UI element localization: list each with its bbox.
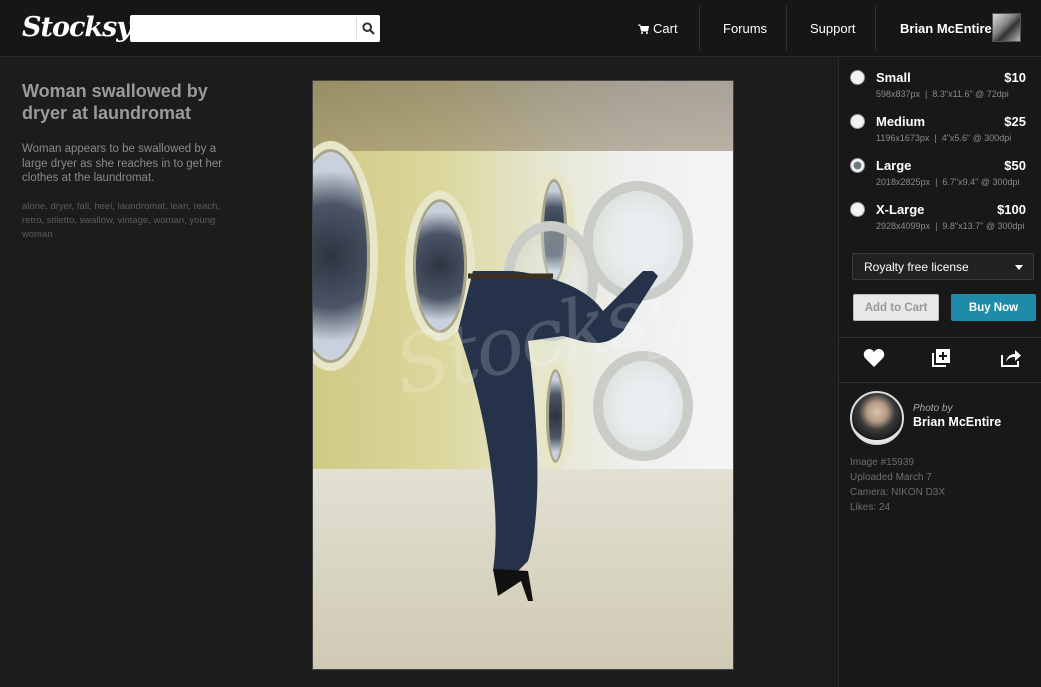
nav-divider bbox=[699, 6, 700, 50]
size-radio[interactable] bbox=[850, 202, 865, 217]
size-price: $10 bbox=[1004, 70, 1026, 85]
size-name: Small bbox=[876, 70, 911, 85]
size-radio[interactable] bbox=[850, 70, 865, 85]
photographer-avatar[interactable] bbox=[850, 391, 904, 445]
add-collection-icon bbox=[932, 349, 950, 367]
share-icon bbox=[1001, 350, 1021, 367]
nav-cart[interactable]: Cart bbox=[638, 0, 678, 57]
size-option-small[interactable]: Small $10 598x837px | 8.3"x11.6" @ 72dpi bbox=[839, 70, 1041, 114]
size-print: 4"x5.6" @ 300dpi bbox=[941, 133, 1012, 143]
photographer-name[interactable]: Brian McEntire bbox=[913, 415, 1001, 429]
user-avatar[interactable] bbox=[992, 13, 1021, 42]
add-to-cart-button[interactable]: Add to Cart bbox=[853, 294, 939, 321]
nav-support[interactable]: Support bbox=[810, 0, 856, 57]
size-print: 6.7"x9.4" @ 300dpi bbox=[942, 177, 1020, 187]
size-pixels: 1196x1673px bbox=[876, 133, 930, 143]
size-meta: 598x837px | 8.3"x11.6" @ 72dpi bbox=[876, 89, 1009, 99]
size-price: $100 bbox=[997, 202, 1026, 217]
purchase-sidebar: Small $10 598x837px | 8.3"x11.6" @ 72dpi… bbox=[838, 57, 1041, 687]
search-box bbox=[130, 15, 380, 42]
nav-cart-label: Cart bbox=[653, 21, 678, 36]
stocksy-logo[interactable]: Stocksy bbox=[22, 12, 132, 43]
like-button[interactable] bbox=[863, 347, 885, 369]
divider bbox=[839, 337, 1041, 338]
size-meta: 2018x2825px | 6.7"x9.4" @ 300dpi bbox=[876, 177, 1020, 187]
buy-now-button[interactable]: Buy Now bbox=[951, 294, 1036, 321]
size-option-large[interactable]: Large $50 2018x2825px | 6.7"x9.4" @ 300d… bbox=[839, 158, 1041, 202]
chevron-down-icon bbox=[1015, 265, 1023, 270]
image-id: Image #15939 bbox=[850, 457, 914, 468]
nav-divider bbox=[786, 6, 787, 50]
nav-divider bbox=[875, 6, 876, 50]
size-pixels: 2928x4099px bbox=[876, 221, 931, 231]
upload-date: Uploaded March 7 bbox=[850, 472, 932, 483]
add-to-lightbox-button[interactable] bbox=[930, 347, 952, 369]
size-pixels: 598x837px bbox=[876, 89, 921, 99]
photo-title: Woman swallowed by dryer at laundromat bbox=[22, 81, 208, 123]
divider bbox=[839, 382, 1041, 383]
license-select[interactable]: Royalty free license bbox=[852, 253, 1034, 280]
cart-icon bbox=[638, 24, 649, 34]
search-icon bbox=[362, 22, 375, 35]
size-price: $50 bbox=[1004, 158, 1026, 173]
likes-count: Likes: 24 bbox=[850, 502, 891, 513]
size-meta: 1196x1673px | 4"x5.6" @ 300dpi bbox=[876, 133, 1012, 143]
nav-forums[interactable]: Forums bbox=[723, 0, 767, 57]
size-name: Medium bbox=[876, 114, 926, 129]
size-name: X-Large bbox=[876, 202, 925, 217]
size-price: $25 bbox=[1004, 114, 1026, 129]
main-photo[interactable]: Stocksy bbox=[312, 80, 734, 670]
size-meta: 2928x4099px | 9.8"x13.7" @ 300dpi bbox=[876, 221, 1025, 231]
nav-user[interactable]: Brian McEntire bbox=[900, 0, 992, 57]
size-pixels: 2018x2825px bbox=[876, 177, 931, 187]
photo-keywords[interactable]: alone, dryer, fall, heel, laundromat, le… bbox=[22, 200, 232, 242]
photo-description: Woman appears to be swallowed by a large… bbox=[22, 143, 223, 184]
size-print: 9.8"x13.7" @ 300dpi bbox=[942, 221, 1025, 231]
search-button[interactable] bbox=[356, 18, 380, 39]
size-option-medium[interactable]: Medium $25 1196x1673px | 4"x5.6" @ 300dp… bbox=[839, 114, 1041, 158]
size-name: Large bbox=[876, 158, 912, 173]
photo-by-label: Photo by bbox=[913, 403, 953, 414]
top-bar: Stocksy Cart Forums Support Brian McEnti… bbox=[0, 0, 1041, 57]
license-label: Royalty free license bbox=[864, 259, 969, 274]
camera-info: Camera: NIKON D3X bbox=[850, 487, 946, 498]
size-option-xlarge[interactable]: X-Large $100 2928x4099px | 9.8"x13.7" @ … bbox=[839, 202, 1041, 246]
share-button[interactable] bbox=[1000, 347, 1022, 369]
size-radio[interactable] bbox=[850, 158, 865, 173]
heart-icon bbox=[863, 348, 885, 367]
search-input[interactable] bbox=[130, 15, 355, 42]
size-radio[interactable] bbox=[850, 114, 865, 129]
size-print: 8.3"x11.6" @ 72dpi bbox=[932, 89, 1009, 99]
